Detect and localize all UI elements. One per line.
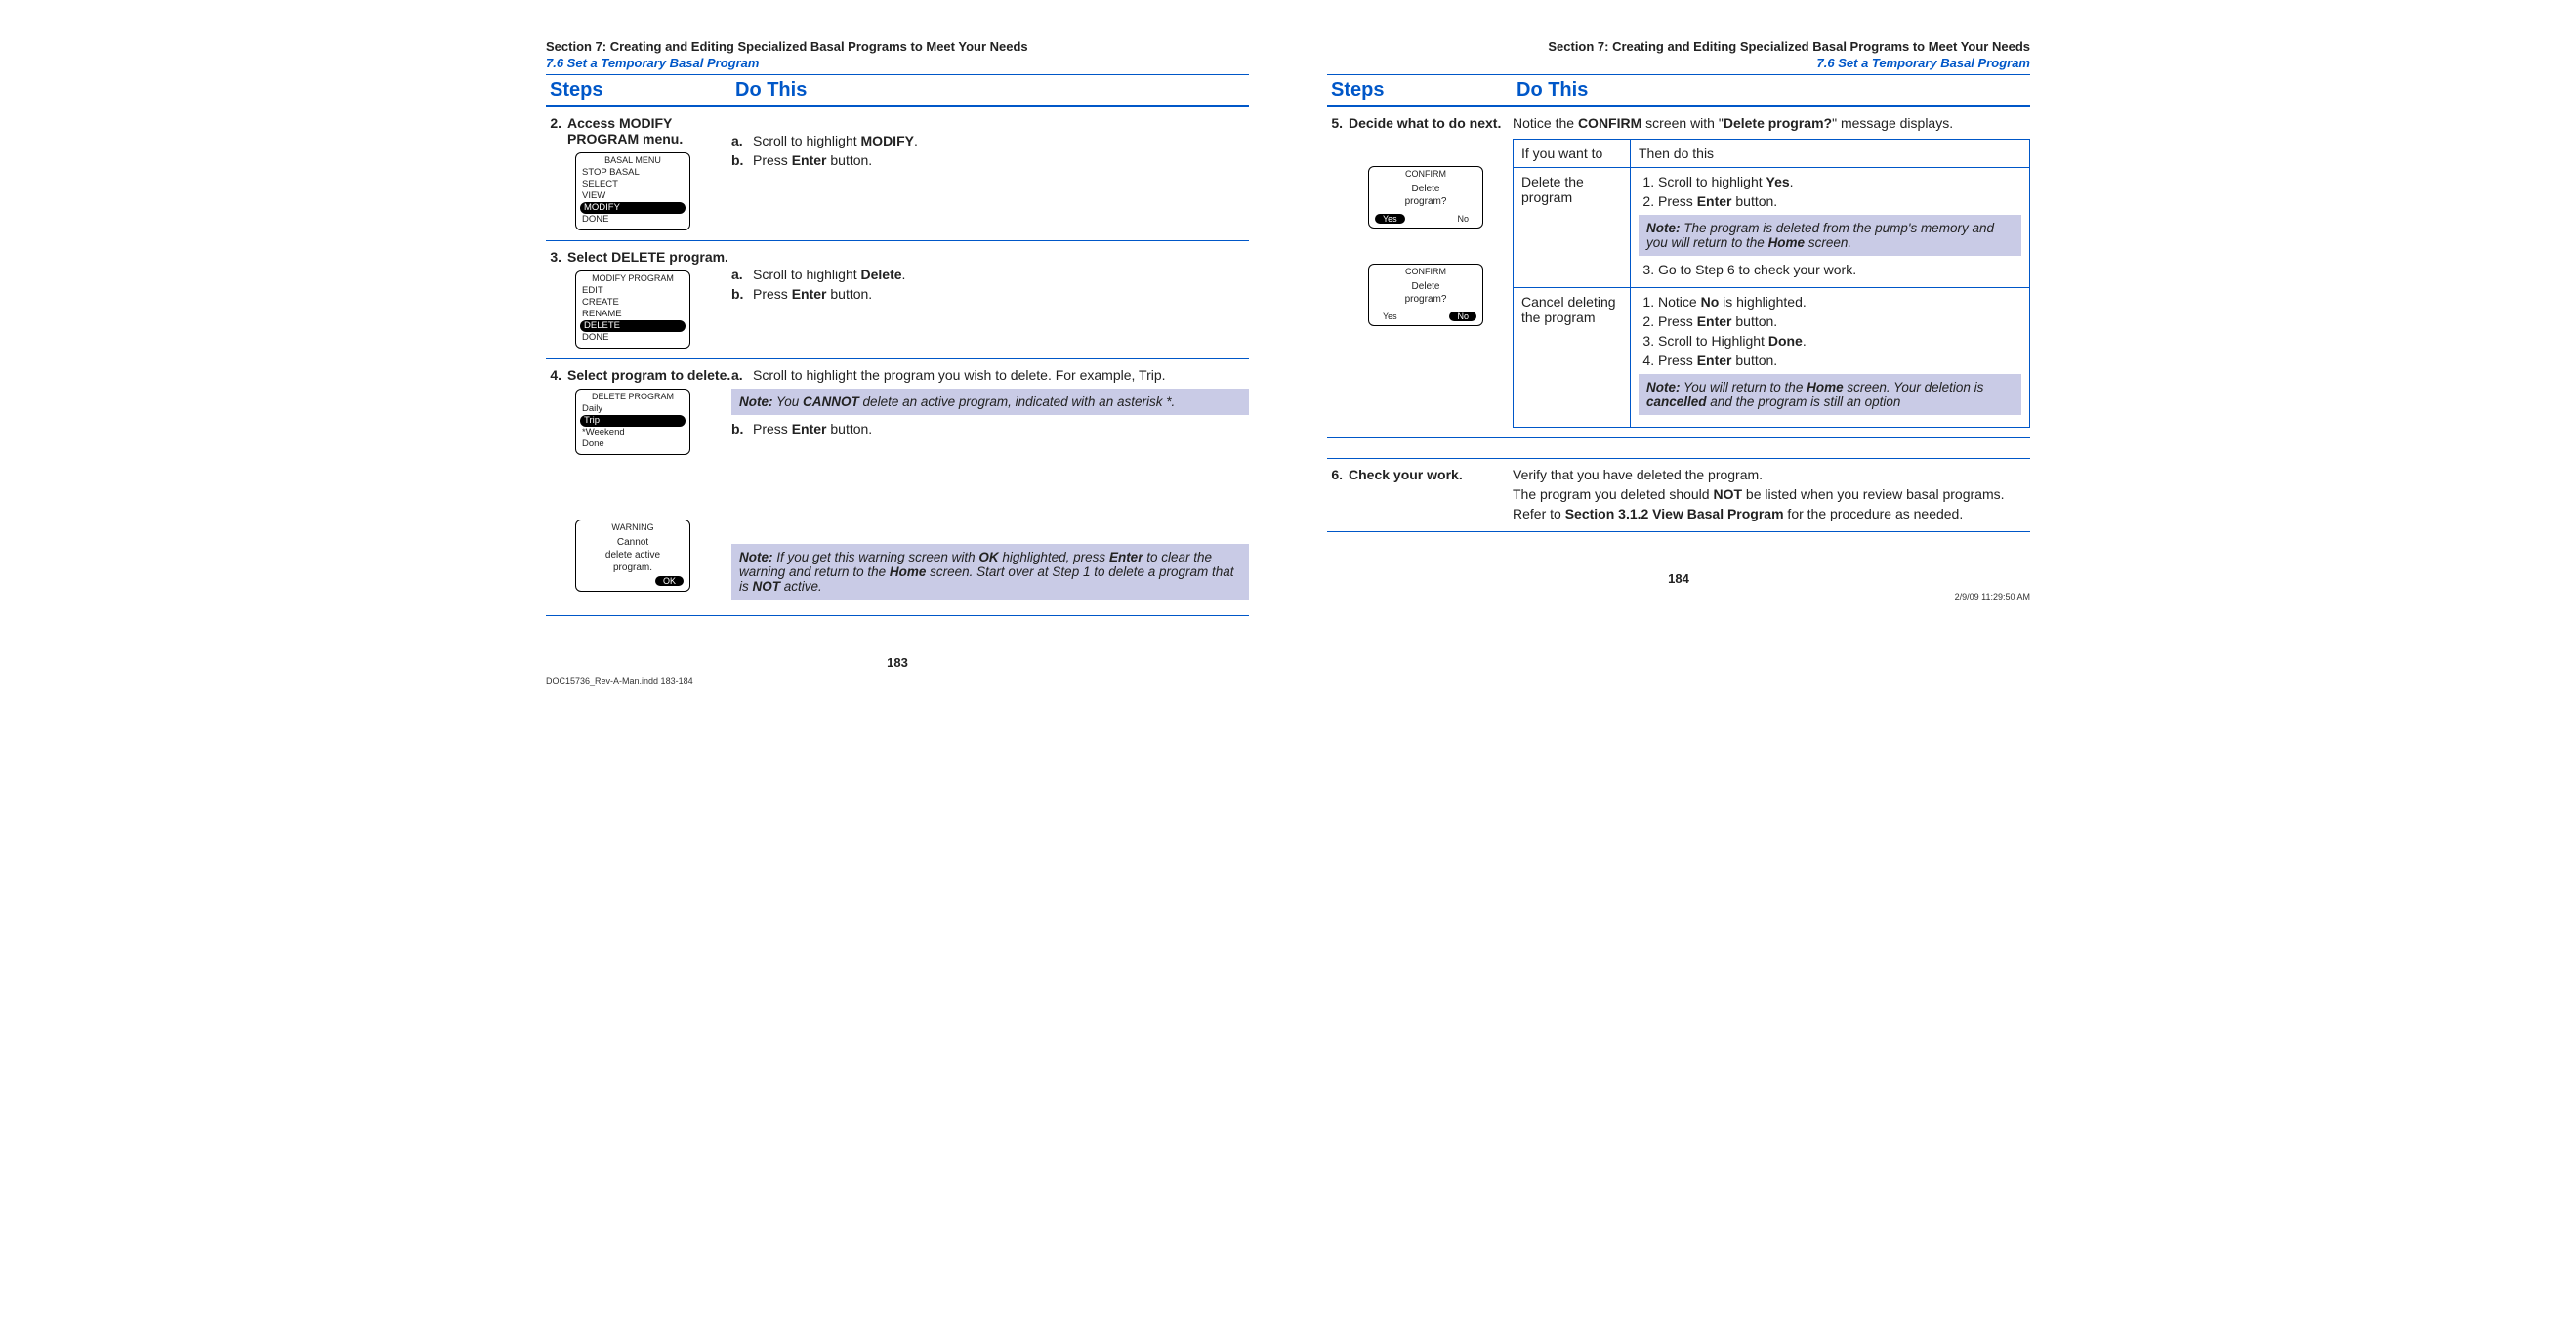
no-pill: No [1449, 312, 1476, 321]
yes-pill: Yes [1375, 312, 1405, 321]
step-6: 6. Check your work. Verify that you have… [1327, 458, 2030, 532]
device-screen-confirm-no: CONFIRM Delete program? Yes No [1368, 264, 1483, 326]
th-if-you-want: If you want to [1514, 140, 1631, 168]
col-steps-header: Steps [546, 79, 731, 102]
step-4: 4. Select program to delete. DELETE PROG… [546, 359, 1249, 616]
substep: a. Scroll to highlight MODIFY. [731, 133, 1249, 148]
row-cancel-deleting: Cancel deleting the program Notice No is… [1514, 288, 2030, 428]
step-3: 3. Select DELETE program. MODIFY PROGRAM… [546, 241, 1249, 359]
page-number: 184 [1327, 571, 2030, 586]
row-delete-program: Delete the program Scroll to highlight Y… [1514, 168, 2030, 288]
device-screen-delete-program: DELETE PROGRAM Daily Trip *Weekend Done [575, 389, 690, 455]
step-num: 5. [1327, 115, 1349, 428]
step-num: 6. [1327, 467, 1349, 521]
table-header: Steps Do This [546, 74, 1249, 107]
yes-pill: Yes [1375, 214, 1405, 224]
no-pill: No [1449, 214, 1476, 224]
step-title: Access MODIFY PROGRAM menu. [567, 115, 731, 146]
footer: 2/9/09 11:29:50 AM [1327, 592, 2030, 602]
col-dothis-header: Do This [731, 79, 1249, 102]
substep: a. Scroll to highlight the program you w… [731, 367, 1249, 383]
substep: a. Scroll to highlight Delete. [731, 267, 1249, 282]
section-title: Section 7: Creating and Editing Speciali… [546, 39, 1249, 54]
section-title: Section 7: Creating and Editing Speciali… [1327, 39, 2030, 54]
ok-pill: OK [655, 576, 684, 586]
device-screen-basal-menu: BASAL MENU STOP BASAL SELECT VIEW MODIFY… [575, 152, 690, 230]
footer-date: 2/9/09 11:29:50 AM [1955, 592, 2030, 602]
decision-table: If you want to Then do this Delete the p… [1513, 139, 2030, 428]
subsection-title: 7.6 Set a Temporary Basal Program [546, 56, 1249, 70]
device-screen-warning: WARNING Cannot delete active program. OK [575, 520, 690, 592]
col-dothis-header: Do This [1513, 79, 2030, 102]
step-title: Decide what to do next. [1349, 115, 1513, 131]
substep: b. Press Enter button. [731, 286, 1249, 302]
step-title: Check your work. [1349, 467, 1463, 521]
footer: DOC15736_Rev-A-Man.indd 183-184 [546, 676, 1249, 686]
col-steps-header: Steps [1327, 79, 1513, 102]
page-183: Section 7: Creating and Editing Speciali… [546, 39, 1249, 686]
device-screen-confirm-yes: CONFIRM Delete program? Yes No [1368, 166, 1483, 229]
step-5: 5. Decide what to do next. CONFIRM Delet… [1327, 107, 2030, 438]
step-num: 2. [546, 115, 567, 230]
step-title: Select DELETE program. [567, 249, 728, 265]
subsection-title: 7.6 Set a Temporary Basal Program [1327, 56, 2030, 70]
substep: b. Press Enter button. [731, 152, 1249, 168]
substep: b. Press Enter button. [731, 421, 1249, 437]
note-deletion-cancelled: Note: You will return to the Home screen… [1639, 374, 2021, 415]
page-184: Section 7: Creating and Editing Speciali… [1327, 39, 2030, 686]
footer-file: DOC15736_Rev-A-Man.indd 183-184 [546, 676, 693, 686]
step-title: Select program to delete. [567, 367, 730, 383]
device-screen-modify-program: MODIFY PROGRAM EDIT CREATE RENAME DELETE… [575, 270, 690, 349]
th-then-do-this: Then do this [1631, 140, 2030, 168]
step-num: 4. [546, 367, 567, 605]
note-cannot-delete-active: Note: You CANNOT delete an active progra… [731, 389, 1249, 415]
step5-intro: Notice the CONFIRM screen with "Delete p… [1513, 115, 2030, 131]
table-header: Steps Do This [1327, 74, 2030, 107]
note-program-deleted: Note: The program is deleted from the pu… [1639, 215, 2021, 256]
note-warning-ok: Note: If you get this warning screen wit… [731, 544, 1249, 600]
page-number: 183 [546, 655, 1249, 670]
step-num: 3. [546, 249, 567, 349]
step-2: 2. Access MODIFY PROGRAM menu. BASAL MEN… [546, 107, 1249, 241]
